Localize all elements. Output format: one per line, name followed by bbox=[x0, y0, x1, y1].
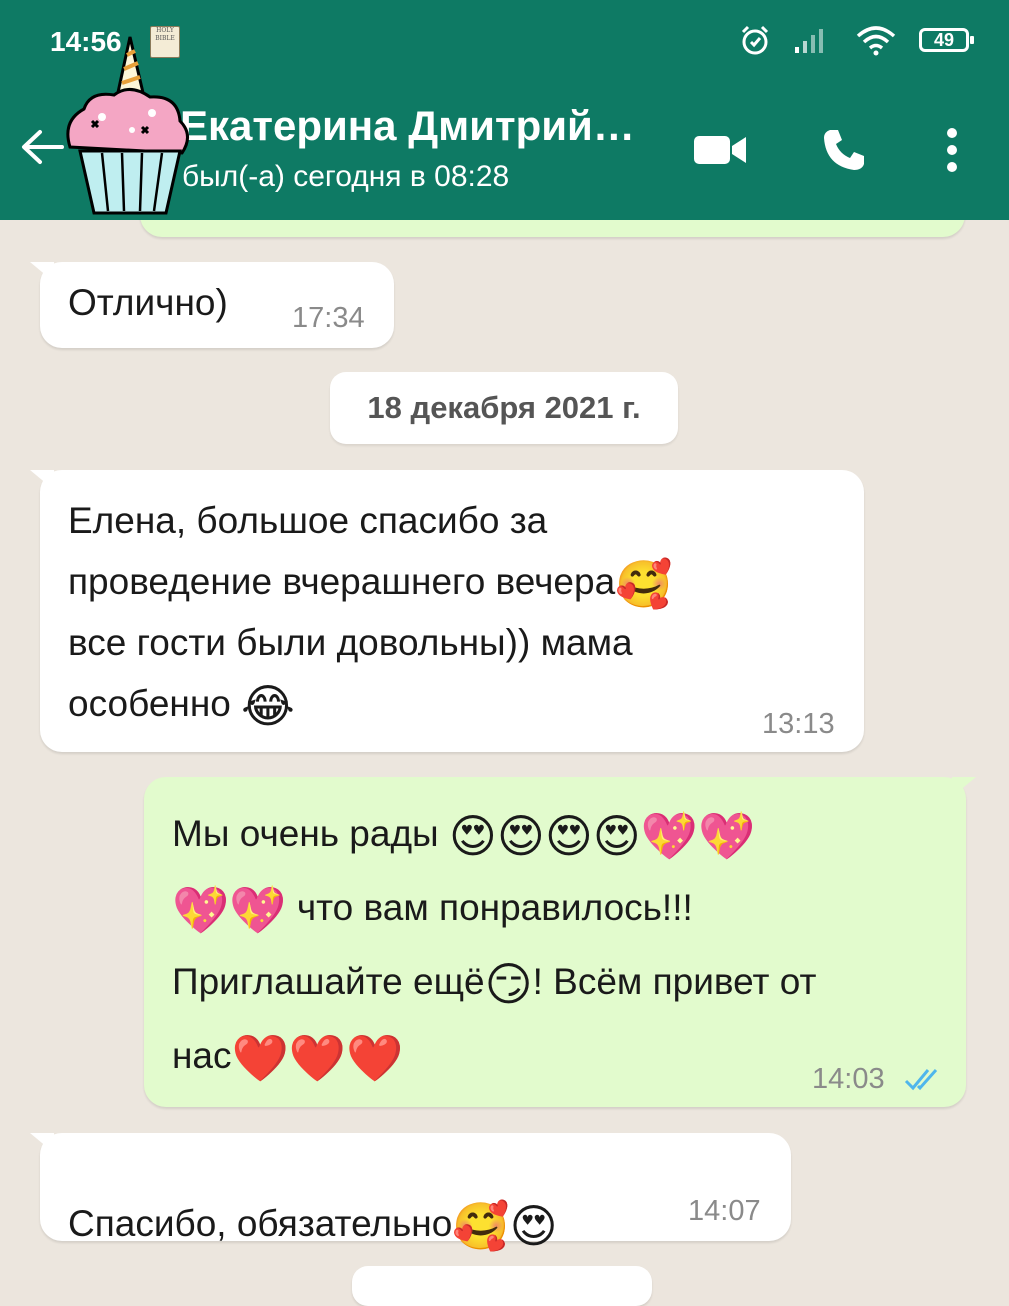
contact-last-seen[interactable]: был(-а) сегодня в 08:28 bbox=[182, 160, 509, 194]
video-call-icon bbox=[694, 136, 746, 164]
message-line: Приглашайте ещё bbox=[172, 961, 485, 1002]
contact-name[interactable]: Екатерина Дмитрий… bbox=[180, 102, 635, 150]
message-time: 14:03 bbox=[812, 1063, 885, 1095]
tears-of-joy-emoji: 😂 bbox=[241, 679, 295, 733]
bubble-tail bbox=[30, 1133, 54, 1153]
message-line: особенно bbox=[68, 683, 242, 724]
message-line: ! Всём привет от bbox=[532, 961, 817, 1002]
message-line: Мы очень рады bbox=[172, 813, 449, 854]
message-line: нас bbox=[172, 1035, 232, 1076]
wifi-icon bbox=[856, 26, 896, 56]
read-receipt-icon bbox=[904, 1069, 938, 1091]
back-arrow-icon[interactable] bbox=[18, 122, 68, 172]
message-bubble-incoming[interactable]: Елена, большое спасибо за проведение вче… bbox=[30, 470, 864, 752]
bubble-tail bbox=[952, 777, 976, 797]
message-line: что вам понравилось!!! bbox=[286, 887, 693, 928]
message-line: Спасибо, обязательно bbox=[68, 1203, 453, 1244]
date-separator-partial bbox=[352, 1266, 652, 1306]
more-vert-icon bbox=[947, 128, 957, 172]
message-bubble-incoming[interactable]: Спасибо, обязательно🥰😍 14:07 bbox=[30, 1133, 791, 1249]
bubble-tail bbox=[30, 262, 54, 282]
sparkling-heart-emojis: 💖💖 bbox=[172, 883, 287, 937]
message-time: 14:07 bbox=[688, 1195, 761, 1227]
message-text: Елена, большое спасибо за проведение вче… bbox=[68, 490, 672, 734]
more-options-button[interactable] bbox=[922, 120, 982, 180]
date-separator: 18 декабря 2021 г. bbox=[330, 372, 678, 444]
message-text: Мы очень рады 😍😍😍😍💖💖 💖💖 что вам понравил… bbox=[172, 797, 816, 1093]
phone-icon bbox=[824, 130, 864, 170]
heart-eyes-sparkling-heart-emojis: 😍😍😍😍💖💖 bbox=[448, 809, 756, 863]
message-line: все гости были довольны)) мама bbox=[68, 622, 633, 663]
smiling-hearts-emoji: 🥰 bbox=[615, 557, 673, 611]
message-text: Отлично) bbox=[68, 282, 228, 323]
video-call-button[interactable] bbox=[690, 120, 750, 180]
message-bubble-incoming[interactable]: Отлично) 17:34 bbox=[30, 262, 394, 348]
message-time: 13:13 bbox=[762, 708, 835, 740]
smirk-emoji: 😏 bbox=[484, 957, 533, 1011]
message-line: Елена, большое спасибо за bbox=[68, 500, 548, 541]
voice-call-button[interactable] bbox=[814, 120, 874, 180]
alarm-icon bbox=[741, 25, 769, 55]
signal-icon bbox=[795, 29, 823, 53]
status-icons: 49 bbox=[739, 22, 974, 58]
cupcake-avatar[interactable] bbox=[62, 35, 197, 215]
message-bubble-outgoing[interactable]: Мы очень рады 😍😍😍😍💖💖 💖💖 что вам понравил… bbox=[144, 777, 976, 1107]
message-line: проведение вчерашнего вечера bbox=[68, 561, 616, 602]
battery-icon: 49 bbox=[919, 28, 974, 52]
red-hearts-emojis: ❤️❤️❤️ bbox=[231, 1031, 404, 1085]
message-text: Спасибо, обязательно🥰😍 bbox=[68, 1161, 558, 1249]
smiling-hearts-heart-eyes-emojis: 🥰😍 bbox=[452, 1199, 558, 1253]
bubble-tail bbox=[30, 470, 54, 490]
message-time: 17:34 bbox=[292, 302, 365, 334]
